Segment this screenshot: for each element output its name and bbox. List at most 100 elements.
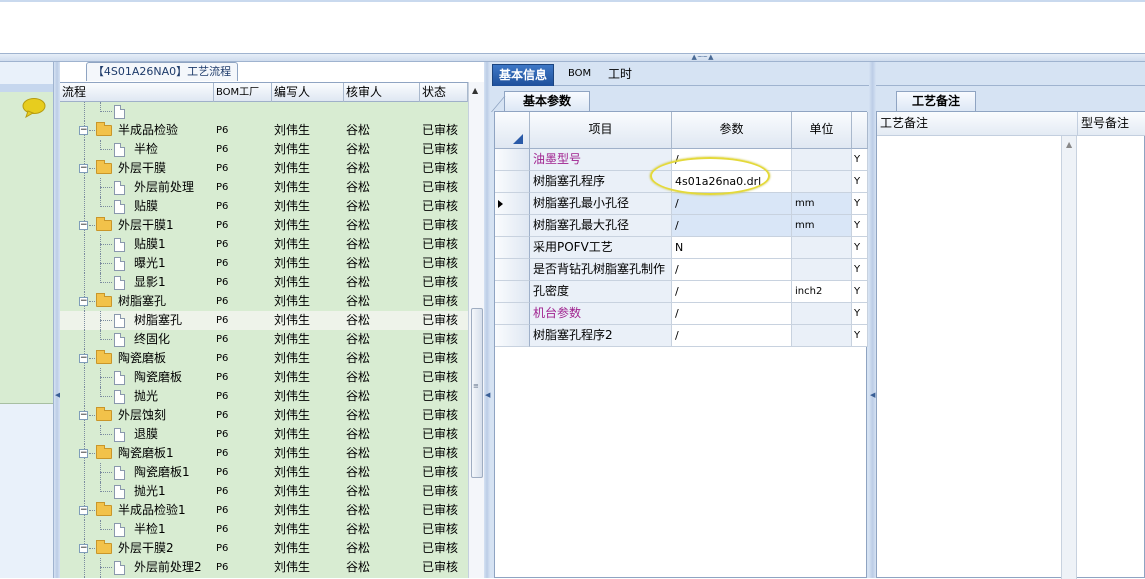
tree-cell-flow[interactable]: 树脂塞孔	[60, 311, 214, 330]
expand-toggle-icon[interactable]: −	[79, 506, 88, 515]
expand-toggle-icon[interactable]: −	[79, 164, 88, 173]
tab-hours[interactable]: 工时	[602, 64, 638, 86]
param-value-field[interactable]: /	[672, 259, 792, 281]
tree-row[interactable]: − 陶瓷磨板 P6 刘伟生 谷松 已审核	[60, 349, 468, 368]
column-header-status[interactable]: 状态	[420, 83, 468, 102]
param-row[interactable]: 采用POFV工艺 N Y	[495, 237, 868, 259]
param-row[interactable]: 孔密度 / inch2 Y	[495, 281, 868, 303]
tree-row[interactable]: 半检1 P6 刘伟生 谷松 已审核	[60, 520, 468, 539]
column-header-author[interactable]: 编写人	[272, 83, 344, 102]
column-header-process-notes[interactable]: 工艺备注	[877, 112, 1077, 136]
expand-toggle-icon[interactable]: −	[79, 411, 88, 420]
tree-row[interactable]: 外层前处理2 P6 刘伟生 谷松 已审核	[60, 558, 468, 577]
tree-row[interactable]: − 外层干膜2 P6 刘伟生 谷松 已审核	[60, 539, 468, 558]
tree-cell-flow[interactable]: 抛光	[60, 387, 214, 406]
select-all-icon[interactable]	[513, 134, 523, 144]
row-header[interactable]	[495, 215, 530, 237]
column-header-model-notes[interactable]: 型号备注	[1077, 112, 1145, 136]
tree-cell-flow[interactable]: − 半成品检验1	[60, 501, 214, 520]
tree-cell-flow[interactable]: − 陶瓷磨板	[60, 349, 214, 368]
param-value-field[interactable]: /	[672, 193, 792, 215]
column-header-checker[interactable]: 核审人	[344, 83, 420, 102]
row-header[interactable]	[495, 281, 530, 303]
param-row[interactable]: 是否背钻孔树脂塞孔制作 / Y	[495, 259, 868, 281]
expand-toggle-icon[interactable]: −	[79, 126, 88, 135]
tree-row[interactable]: − 外层蚀刻 P6 刘伟生 谷松 已审核	[60, 406, 468, 425]
column-header-flag[interactable]	[852, 112, 868, 149]
tree-row[interactable]: 抛光 P6 刘伟生 谷松 已审核	[60, 387, 468, 406]
scroll-up-arrow-icon[interactable]: ▲	[1066, 140, 1072, 149]
tree-row[interactable]: − 半成品检验 P6 刘伟生 谷松 已审核	[60, 121, 468, 140]
tree-row[interactable]: 树脂塞孔 P6 刘伟生 谷松 已审核	[60, 311, 468, 330]
tree-cell-flow[interactable]: − 树脂塞孔	[60, 292, 214, 311]
tree-cell-flow[interactable]: − 陶瓷磨板1	[60, 444, 214, 463]
tree-row[interactable]: 外层前处理 P6 刘伟生 谷松 已审核	[60, 178, 468, 197]
tree-cell-flow[interactable]: 曝光1	[60, 254, 214, 273]
row-header[interactable]	[495, 303, 530, 325]
column-header-bom[interactable]: BOM工厂	[214, 83, 272, 102]
tree-cell-flow[interactable]: 终固化	[60, 330, 214, 349]
param-value-field[interactable]: /	[672, 303, 792, 325]
tab-basic-params[interactable]: 基本参数	[504, 91, 590, 111]
tree-row[interactable]: − 外层干膜1 P6 刘伟生 谷松 已审核	[60, 216, 468, 235]
row-header[interactable]	[495, 259, 530, 281]
tree-row[interactable]: 贴膜 P6 刘伟生 谷松 已审核	[60, 197, 468, 216]
expand-toggle-icon[interactable]: −	[79, 544, 88, 553]
row-header[interactable]	[495, 171, 530, 193]
row-header[interactable]	[495, 325, 530, 347]
tab-basic-info[interactable]: 基本信息	[492, 64, 555, 86]
param-value-field[interactable]: /	[672, 325, 792, 347]
expand-toggle-icon[interactable]: −	[79, 221, 88, 230]
param-row[interactable]: 树脂塞孔程序2/ Y	[495, 325, 868, 347]
tree-row[interactable]: 显影1 P6 刘伟生 谷松 已审核	[60, 273, 468, 292]
scroll-up-arrow-icon[interactable]: ▲	[472, 86, 478, 95]
tree-cell-flow[interactable]: 陶瓷磨板	[60, 368, 214, 387]
tree-cell-flow[interactable]: 显影1	[60, 273, 214, 292]
tree-row[interactable]: − 陶瓷磨板1 P6 刘伟生 谷松 已审核	[60, 444, 468, 463]
tree-row[interactable]: − 外层干膜 P6 刘伟生 谷松 已审核	[60, 159, 468, 178]
tree-cell-flow[interactable]: 抛光1	[60, 482, 214, 501]
tree-row[interactable]	[60, 102, 468, 121]
tree-cell-flow[interactable]: − 半成品检验	[60, 121, 214, 140]
tree-cell-flow[interactable]: 贴膜	[60, 197, 214, 216]
tree-cell-flow[interactable]: − 外层干膜2	[60, 539, 214, 558]
expand-toggle-icon[interactable]: −	[79, 449, 88, 458]
column-header-flow[interactable]: 流程	[60, 83, 214, 102]
grid-corner-header[interactable]	[495, 112, 530, 149]
tree-cell-flow[interactable]: 外层前处理2	[60, 558, 214, 577]
splitter-grip-icon[interactable]: ▲ ········ ▲	[670, 54, 734, 61]
tree-row[interactable]: 半检 P6 刘伟生 谷松 已审核	[60, 140, 468, 159]
tree-cell-flow[interactable]: 退膜	[60, 425, 214, 444]
param-row[interactable]: 树脂塞孔最大孔径 / mm Y	[495, 215, 868, 237]
middle-splitter[interactable]: ◀	[484, 62, 490, 578]
tree-cell-flow[interactable]: 陶瓷磨板1	[60, 463, 214, 482]
param-row[interactable]: 机台参数 / Y	[495, 303, 868, 325]
param-value-field[interactable]: /	[672, 281, 792, 303]
row-header[interactable]	[495, 149, 530, 171]
column-header-item[interactable]: 项目	[530, 112, 672, 149]
tree-panel-title[interactable]: 【4S01A26NA0】工艺流程	[86, 62, 238, 81]
expand-toggle-icon[interactable]: −	[79, 297, 88, 306]
row-header[interactable]	[495, 237, 530, 259]
tree-row[interactable]: − 树脂塞孔 P6 刘伟生 谷松 已审核	[60, 292, 468, 311]
tree-row[interactable]: 抛光1 P6 刘伟生 谷松 已审核	[60, 482, 468, 501]
tree-row[interactable]: 终固化 P6 刘伟生 谷松 已审核	[60, 330, 468, 349]
right-splitter[interactable]: ◀	[869, 62, 876, 578]
tree-row[interactable]: 陶瓷磨板1 P6 刘伟生 谷松 已审核	[60, 463, 468, 482]
tree-cell-flow[interactable]: − 外层干膜1	[60, 216, 214, 235]
param-value-field[interactable]: /	[672, 215, 792, 237]
scrollbar-thumb[interactable]: ≡	[471, 308, 483, 478]
tab-process-notes[interactable]: 工艺备注	[896, 91, 976, 111]
tree-row[interactable]: 陶瓷磨板 P6 刘伟生 谷松 已审核	[60, 368, 468, 387]
tree-cell-flow[interactable]: 外层前处理	[60, 178, 214, 197]
tree-row[interactable]: − 半成品检验1 P6 刘伟生 谷松 已审核	[60, 501, 468, 520]
notes-vertical-scrollbar[interactable]: ▲	[1061, 136, 1077, 579]
horizontal-splitter[interactable]: ▲ ········ ▲	[0, 54, 1145, 62]
splitter-arrow-icon[interactable]: ◀	[485, 392, 490, 399]
splitter-arrow-icon[interactable]: ◀	[870, 392, 875, 399]
tree-row[interactable]: 贴膜1 P6 刘伟生 谷松 已审核	[60, 235, 468, 254]
tree-cell-flow[interactable]: − 外层干膜	[60, 159, 214, 178]
param-value-field[interactable]: N	[672, 237, 792, 259]
expand-toggle-icon[interactable]: −	[79, 354, 88, 363]
tree-cell-flow[interactable]: 半检	[60, 140, 214, 159]
